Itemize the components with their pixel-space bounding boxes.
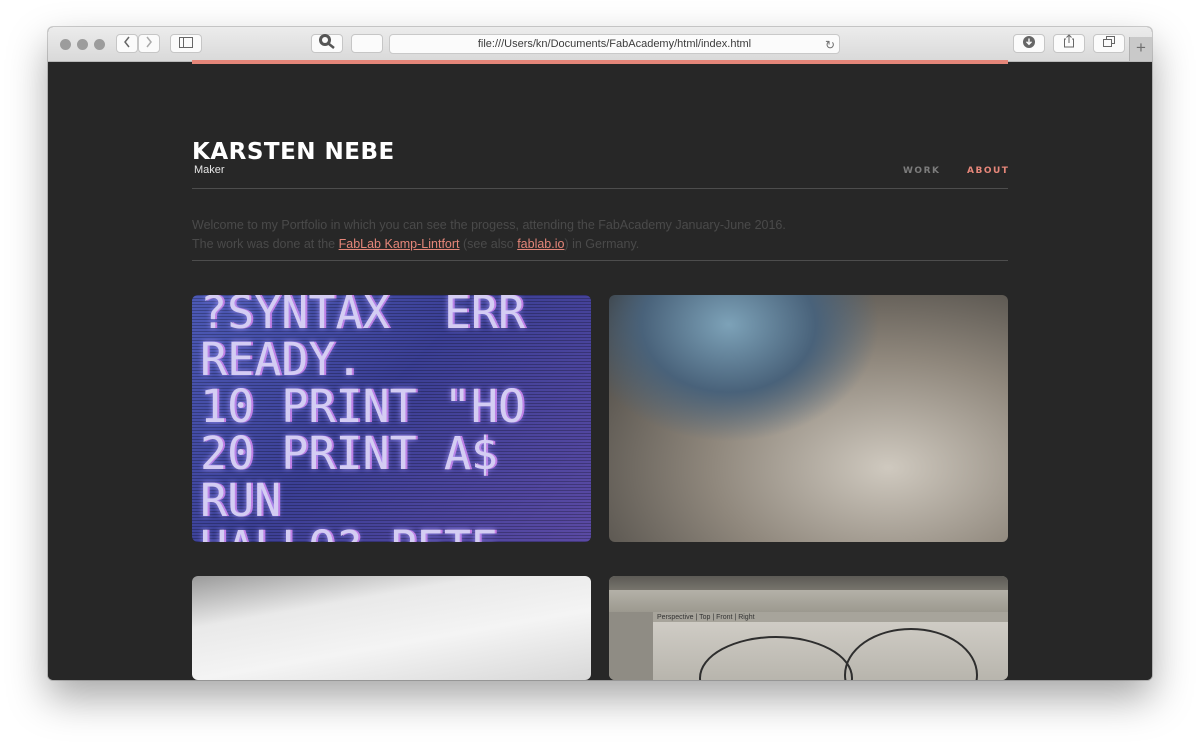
screen-code-text: ?SYNTAX ERR READY. 10 PRINT "HO 20 PRINT… xyxy=(200,295,526,542)
fablab-kamp-lintfort-link[interactable]: FabLab Kamp-Lintfort xyxy=(339,237,460,251)
cad-view-tabs: Perspective | Top | Front | Right xyxy=(657,614,755,621)
intro-divider xyxy=(192,260,1008,261)
new-tab-button[interactable]: + xyxy=(1129,37,1152,61)
zoom-window-button[interactable] xyxy=(94,39,105,50)
downloads-button[interactable] xyxy=(1013,34,1045,53)
browser-window: file:///Users/kn/Documents/FabAcademy/ht… xyxy=(48,27,1152,680)
tabs-icon xyxy=(1102,35,1116,53)
portfolio-tile-basic-screen[interactable]: ?SYNTAX ERR READY. 10 PRINT "HO 20 PRINT… xyxy=(192,295,591,542)
blank-toolbar-button[interactable] xyxy=(351,34,383,53)
nav-about-link[interactable]: ABOUT xyxy=(967,166,1009,176)
portfolio-tile-paper[interactable] xyxy=(192,576,591,680)
nav-work-link[interactable]: WORK xyxy=(903,166,940,176)
chevron-left-icon xyxy=(123,35,131,53)
fablab-io-link[interactable]: fablab.io xyxy=(517,237,564,251)
minimize-window-button[interactable] xyxy=(77,39,88,50)
share-icon xyxy=(1063,34,1075,53)
portfolio-tile-footprint[interactable] xyxy=(609,295,1008,542)
intro-prefix: The work was done at the xyxy=(192,237,339,251)
cad-toolbar xyxy=(609,590,1008,612)
zoom-search-button[interactable] xyxy=(311,34,343,53)
download-icon xyxy=(1023,35,1035,53)
magnifier-icon xyxy=(318,33,336,54)
header-divider xyxy=(192,188,1008,189)
cad-tool-panel xyxy=(609,612,653,680)
site-title[interactable]: KARSTEN NEBE xyxy=(192,139,395,165)
intro-line-1: Welcome to my Portfolio in which you can… xyxy=(192,218,786,232)
page-content: KARSTEN NEBE Maker WORK ABOUT Welcome to… xyxy=(48,60,1152,680)
sidebar-icon xyxy=(179,35,193,53)
intro-text: Welcome to my Portfolio in which you can… xyxy=(192,216,786,254)
address-bar[interactable]: file:///Users/kn/Documents/FabAcademy/ht… xyxy=(389,34,840,54)
site-subtitle: Maker xyxy=(194,164,225,176)
close-window-button[interactable] xyxy=(60,39,71,50)
intro-suffix: ) in Germany. xyxy=(564,237,640,251)
intro-line-2: The work was done at the FabLab Kamp-Lin… xyxy=(192,235,786,254)
cad-menu-bar xyxy=(609,576,1008,590)
forward-button[interactable] xyxy=(138,34,160,53)
plus-icon: + xyxy=(1136,38,1146,57)
share-button[interactable] xyxy=(1053,34,1085,53)
reload-icon[interactable]: ↻ xyxy=(825,36,835,54)
back-button[interactable] xyxy=(116,34,138,53)
portfolio-tile-cad[interactable]: Perspective | Top | Front | Right xyxy=(609,576,1008,680)
browser-toolbar: file:///Users/kn/Documents/FabAcademy/ht… xyxy=(48,27,1152,62)
accent-line xyxy=(192,60,1008,64)
tabs-overview-button[interactable] xyxy=(1093,34,1125,53)
url-text: file:///Users/kn/Documents/FabAcademy/ht… xyxy=(477,38,752,50)
sidebar-button[interactable] xyxy=(170,34,202,53)
intro-middle: (see also xyxy=(459,237,518,251)
chevron-right-icon xyxy=(145,35,153,53)
